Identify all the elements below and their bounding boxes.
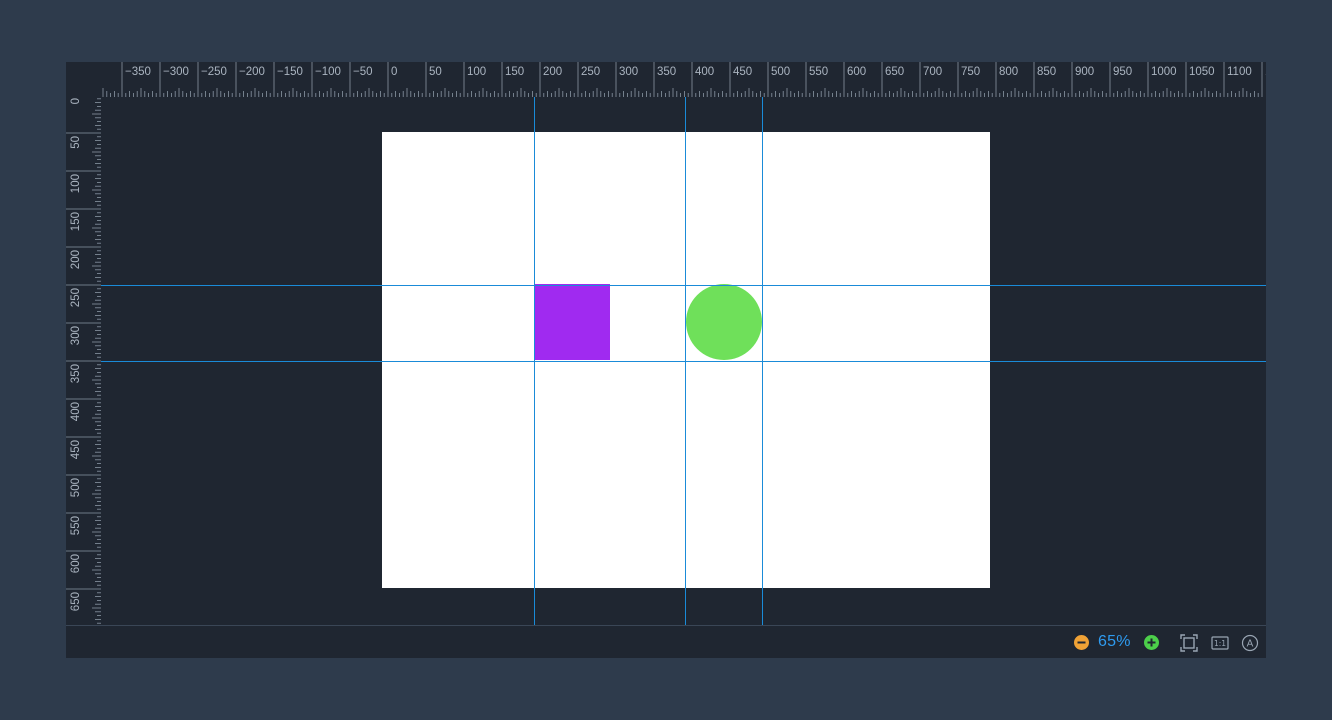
ruler-label: −250 <box>201 66 227 78</box>
ruler-label: 450 <box>733 66 752 78</box>
ruler-label: 150 <box>505 66 524 78</box>
ruler-label: 850 <box>1037 66 1056 78</box>
ruler-label: 100 <box>467 66 486 78</box>
ruler-label: 600 <box>70 554 82 573</box>
ruler-label: 950 <box>1113 66 1132 78</box>
ruler-label: −350 <box>125 66 151 78</box>
ruler-label: −300 <box>163 66 189 78</box>
ruler-label: 1050 <box>1189 66 1215 78</box>
actual-size-label: 1:1 <box>1214 639 1226 648</box>
purple-rectangle[interactable] <box>534 284 610 360</box>
vertical-ruler[interactable]: 0 50 100 150 200 250 300 350 400 450 500 550 600 650 <box>66 97 102 625</box>
ruler-label: 650 <box>885 66 904 78</box>
ruler-label: 550 <box>70 516 82 535</box>
ruler-label: −150 <box>277 66 303 78</box>
ruler-label: 600 <box>847 66 866 78</box>
ruler-label: 100 <box>70 174 82 193</box>
ruler-label: 250 <box>70 288 82 307</box>
fit-to-screen-button[interactable] <box>1180 634 1198 652</box>
ruler-label: 1 <box>1265 66 1266 78</box>
actual-size-button[interactable]: 1:1 <box>1211 634 1229 652</box>
ruler-label: 350 <box>657 66 676 78</box>
auto-label: A <box>1247 639 1254 650</box>
artboard[interactable] <box>382 132 990 588</box>
ruler-label: 500 <box>771 66 790 78</box>
plus-icon <box>1144 635 1159 650</box>
minus-icon <box>1074 635 1089 650</box>
ruler-label: 0 <box>391 66 397 78</box>
zoom-level[interactable]: 65% <box>1098 633 1131 651</box>
green-circle[interactable] <box>686 284 762 360</box>
horizontal-ruler[interactable]: 0−350−300−250−200−150−100−50050100150200… <box>101 62 1266 98</box>
ruler-label: 400 <box>695 66 714 78</box>
ruler-label: 200 <box>70 250 82 269</box>
ruler-label: 0 <box>70 98 82 104</box>
ruler-label: 200 <box>543 66 562 78</box>
zoom-out-button[interactable] <box>1074 635 1089 650</box>
ruler-label: 900 <box>1075 66 1094 78</box>
ruler-label: 150 <box>70 212 82 231</box>
auto-button[interactable]: A <box>1241 634 1259 652</box>
ruler-label: 650 <box>70 592 82 611</box>
horizontal-guide-2[interactable] <box>101 361 1266 362</box>
ruler-label: −100 <box>315 66 341 78</box>
canvas-area[interactable] <box>101 97 1266 625</box>
auto-icon: A <box>1241 634 1259 652</box>
ruler-label: 550 <box>809 66 828 78</box>
ruler-label: 450 <box>70 440 82 459</box>
ruler-label: −200 <box>239 66 265 78</box>
zoom-in-button[interactable] <box>1144 635 1159 650</box>
fit-to-screen-icon <box>1180 634 1198 652</box>
ruler-corner <box>66 62 101 97</box>
editor-window: 0−350−300−250−200−150−100−50050100150200… <box>66 62 1266 658</box>
ruler-label: 1100 <box>1227 66 1252 78</box>
actual-size-icon: 1:1 <box>1211 636 1229 650</box>
ruler-label: 50 <box>70 136 82 149</box>
ruler-label: 250 <box>581 66 600 78</box>
ruler-label: 1000 <box>1151 66 1177 78</box>
ruler-label: 800 <box>999 66 1018 78</box>
ruler-label: 500 <box>70 478 82 497</box>
ruler-label: 700 <box>923 66 942 78</box>
ruler-label: 300 <box>70 326 82 345</box>
ruler-label: 350 <box>70 364 82 383</box>
ruler-label: 300 <box>619 66 638 78</box>
status-bar: 65% 1:1 A <box>66 625 1266 658</box>
horizontal-guide-1[interactable] <box>101 285 1266 286</box>
ruler-label: 50 <box>429 66 442 78</box>
ruler-label: 400 <box>70 402 82 421</box>
ruler-label: 750 <box>961 66 980 78</box>
ruler-label: −50 <box>353 66 373 78</box>
